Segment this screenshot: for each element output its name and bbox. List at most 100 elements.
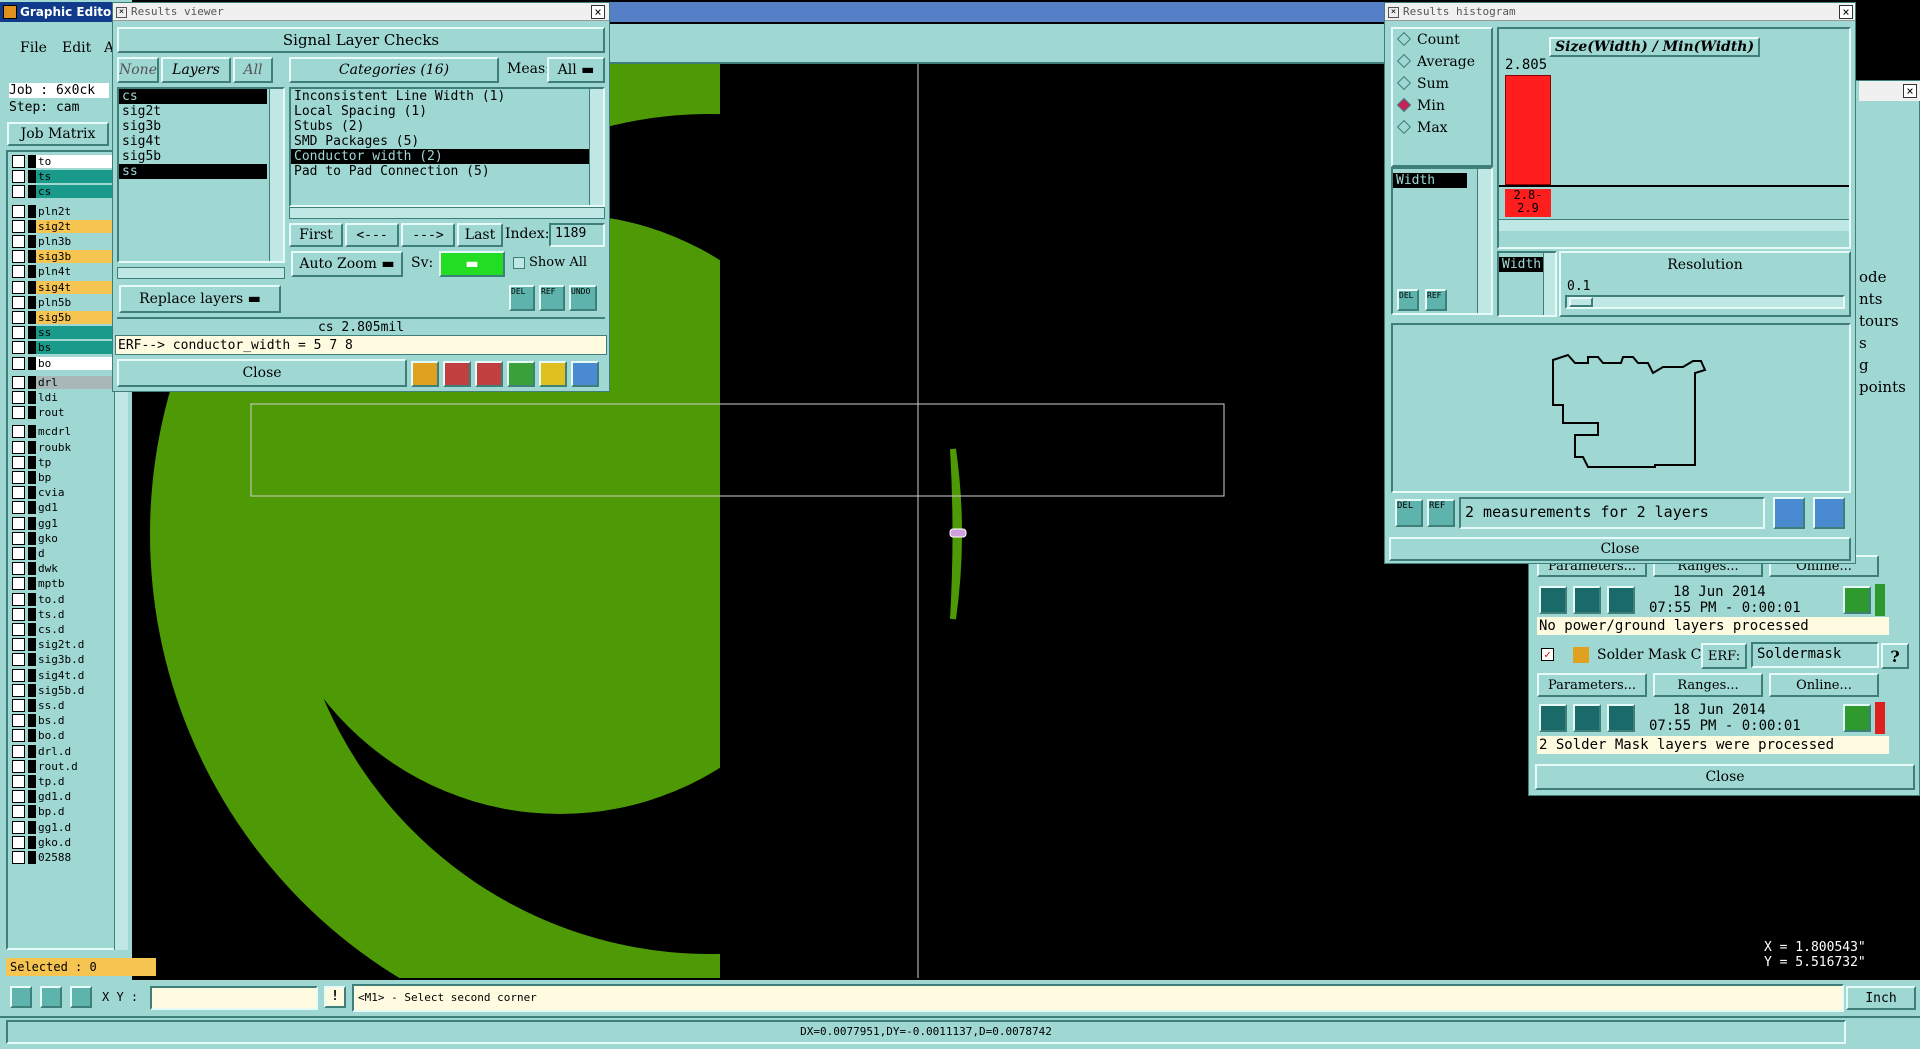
layer-row[interactable]: 02588 [8, 850, 116, 865]
checklist-side-item[interactable]: ode [1859, 266, 1920, 288]
checklist-close-button[interactable]: Close [1535, 764, 1915, 790]
checklist-side-item[interactable]: nts [1859, 288, 1920, 310]
layer-row[interactable]: sig3b [8, 249, 116, 264]
layer-checkbox[interactable] [12, 683, 25, 697]
zoom-icon-1[interactable] [1843, 586, 1871, 614]
layer-checkbox[interactable] [12, 623, 25, 636]
layer-result-item[interactable]: sig2t [119, 104, 267, 119]
layer-checkbox[interactable] [12, 851, 25, 864]
meas-dropdown[interactable]: All ▬ [547, 57, 605, 83]
tool-icon-6[interactable] [571, 361, 599, 387]
replace-layers-dropdown[interactable]: Replace layers ▬ [119, 285, 281, 313]
parameters-button-2[interactable]: Parameters... [1537, 673, 1647, 697]
layer-row[interactable]: rout [8, 405, 116, 420]
layer-row[interactable]: roubk [8, 440, 116, 455]
solder-mask-checkbox[interactable]: ✓ [1541, 648, 1554, 661]
layer-checkbox[interactable] [12, 219, 25, 233]
erf-field[interactable]: Soldermask [1751, 642, 1879, 668]
layer-row[interactable]: to.d [8, 592, 116, 607]
category-item[interactable]: Inconsistent Line Width (1) [291, 89, 589, 104]
histogram-close-button[interactable]: Close [1389, 537, 1851, 561]
run-icon-4[interactable] [1539, 704, 1567, 732]
layer-checkbox[interactable] [12, 729, 25, 743]
ranges-button-2[interactable]: Ranges... [1653, 673, 1763, 697]
layer-checkbox[interactable] [12, 391, 25, 404]
tool-icon-2[interactable] [443, 361, 471, 387]
snap-tool-icon[interactable] [40, 986, 62, 1008]
layer-row[interactable]: to [8, 154, 116, 169]
layer-row[interactable]: bp [8, 470, 116, 485]
layer-checkbox[interactable] [12, 250, 25, 264]
layer-checkbox[interactable] [12, 790, 25, 804]
menu-edit[interactable]: Edit [62, 40, 91, 56]
layer-checkbox[interactable] [12, 805, 25, 819]
layer-row[interactable]: bp.d [8, 804, 116, 819]
checklist-side-item[interactable]: g [1859, 354, 1920, 376]
layer-row[interactable]: d [8, 546, 116, 561]
histogram-close-icon[interactable]: × [1839, 5, 1853, 19]
layer-result-item[interactable]: cs [119, 89, 267, 104]
layer-row[interactable]: drl.d [8, 744, 116, 759]
layer-row[interactable]: pln3b [8, 234, 116, 249]
layer-checkbox[interactable] [12, 531, 25, 545]
layer-checkbox[interactable] [12, 425, 25, 439]
layer-result-item[interactable]: sig5b [119, 149, 267, 164]
checklist-side-item[interactable]: points [1859, 376, 1920, 398]
layer-checkbox[interactable] [12, 744, 25, 758]
help-button-2[interactable]: ? [1881, 643, 1909, 669]
layer-row[interactable]: tp [8, 455, 116, 470]
none-button[interactable]: None [117, 57, 159, 83]
layer-row[interactable]: drl [8, 375, 116, 390]
layer-row[interactable]: sig5b.d [8, 683, 116, 698]
layer-checkbox[interactable] [12, 185, 25, 199]
sv-color-dropdown[interactable]: ▬ [439, 251, 505, 277]
category-item[interactable]: SMD Packages (5) [291, 134, 589, 149]
erf-button[interactable]: ERF: [1701, 643, 1747, 669]
tool-icon-4[interactable] [507, 361, 535, 387]
export-icon-2[interactable] [1813, 497, 1845, 529]
layer-checkbox[interactable] [12, 455, 25, 469]
measure-tool-icon[interactable] [10, 986, 32, 1008]
categories-button[interactable]: Categories (16) [289, 57, 499, 83]
layer-row[interactable]: tp.d [8, 774, 116, 789]
layer-row[interactable]: cvia [8, 485, 116, 500]
layer-checkbox[interactable] [12, 486, 25, 500]
layer-checkbox[interactable] [12, 759, 25, 773]
category-hscrollbar[interactable] [289, 207, 605, 219]
ref-icon-h2[interactable]: REF [1427, 499, 1455, 527]
run-icon-1[interactable] [1539, 586, 1567, 614]
zoom-icon-2[interactable] [1843, 704, 1871, 732]
layer-checkbox[interactable] [12, 607, 25, 621]
ref-icon-h1[interactable]: REF [1425, 289, 1447, 311]
category-scrollbar[interactable] [589, 89, 603, 205]
del-icon-h1[interactable]: DEL [1397, 289, 1419, 311]
layer-row[interactable]: gg1 [8, 516, 116, 531]
layer-result-item[interactable]: sig3b [119, 119, 267, 134]
layer-checkbox[interactable] [12, 440, 25, 454]
aggregate-option[interactable]: Average [1393, 51, 1491, 73]
layer-row[interactable]: pln2t [8, 204, 116, 219]
run-icon-3[interactable] [1607, 586, 1635, 614]
export-icon-1[interactable] [1773, 497, 1805, 529]
first-button[interactable]: First [289, 223, 343, 247]
del-icon[interactable]: DEL [509, 285, 535, 311]
grid-tool-icon[interactable] [70, 986, 92, 1008]
layers-button[interactable]: Layers [161, 57, 231, 83]
layer-checkbox[interactable] [12, 265, 25, 279]
layer-row[interactable]: pln4t [8, 264, 116, 279]
run-icon-2[interactable] [1573, 586, 1601, 614]
viewer-close-icon[interactable]: × [591, 5, 605, 19]
alert-icon[interactable]: ! [324, 986, 346, 1008]
layer-checkbox[interactable] [12, 562, 25, 576]
layer-checkbox[interactable] [12, 577, 25, 591]
checklist-side-item[interactable]: tours [1859, 310, 1920, 332]
field-list-scrollbar[interactable] [1477, 169, 1491, 313]
layer-checkbox[interactable] [12, 516, 25, 530]
resolution-slider[interactable] [1565, 295, 1845, 309]
layer-row[interactable]: ss [8, 325, 116, 340]
undo-icon[interactable]: UNDO [569, 285, 597, 311]
layer-row[interactable]: gd1.d [8, 789, 116, 804]
layer-checkbox[interactable] [12, 775, 25, 788]
checklist-side-item[interactable]: s [1859, 332, 1920, 354]
chart-hscrollbar[interactable] [1499, 219, 1849, 231]
